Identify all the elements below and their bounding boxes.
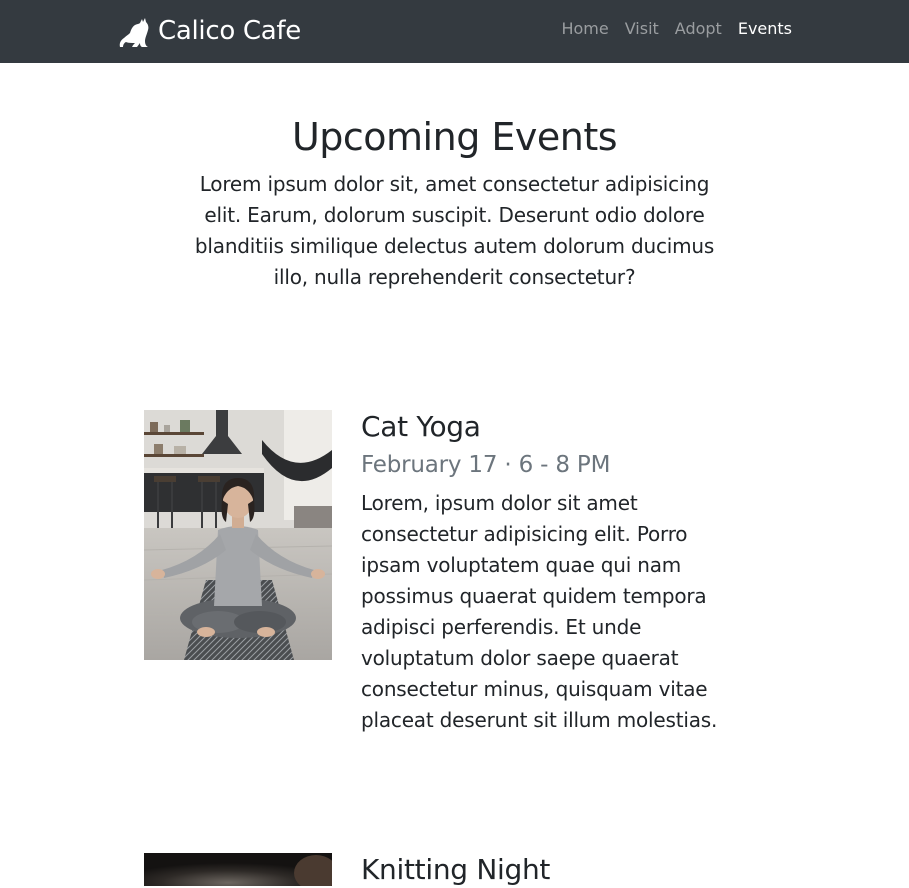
nav-link-events[interactable]: Events [738,18,792,40]
nav-link-home[interactable]: Home [561,18,608,40]
event-image-knitting-night [144,853,332,886]
event-image-cat-yoga [144,410,332,660]
nav-link-visit[interactable]: Visit [625,18,659,40]
navbar: Calico Cafe Home Visit Adopt Events [0,0,909,63]
yoga-photo [144,410,332,660]
event-title-cat-yoga: Cat Yoga [361,410,481,443]
knitting-photo [144,853,332,886]
brand-name: Calico Cafe [158,16,301,46]
event-title-knitting-night: Knitting Night [361,853,551,886]
nav-link-adopt[interactable]: Adopt [675,18,722,40]
cat-icon [119,18,149,47]
page-title: Upcoming Events [291,115,618,159]
event-date-cat-yoga: February 17 · 6 - 8 PM [361,452,611,478]
event-description-cat-yoga: Lorem, ipsum dolor sit amet consectetur … [361,491,718,732]
brand-link[interactable]: Calico Cafe [118,13,301,49]
page-lead: Lorem ipsum dolor sit, amet consectetur … [194,172,715,289]
nav-links: Home Visit Adopt Events [561,18,792,40]
